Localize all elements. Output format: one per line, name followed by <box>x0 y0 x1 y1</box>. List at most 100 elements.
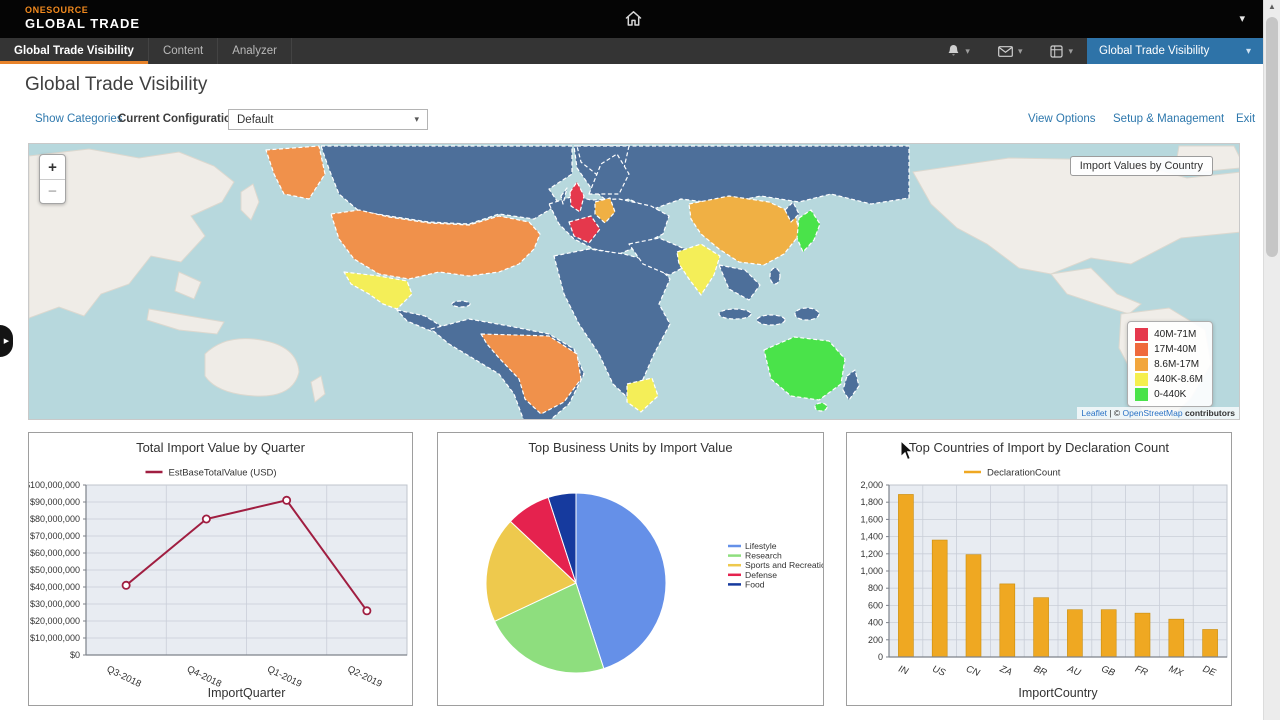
bar-chart-panel: Top Countries of Import by Declaration C… <box>846 432 1232 706</box>
envelope-icon <box>998 46 1013 57</box>
bar <box>1000 584 1015 657</box>
page-scrollbar[interactable]: ▲ <box>1263 0 1280 720</box>
svg-text:$30,000,000: $30,000,000 <box>30 599 80 609</box>
bar <box>966 555 981 657</box>
chart-legend: DeclarationCount <box>964 468 1061 479</box>
country-philippines[interactable] <box>770 268 780 284</box>
legend-swatch <box>1135 343 1148 356</box>
indonesia-east[interactable] <box>757 315 785 325</box>
pie-slices <box>486 493 666 673</box>
map-overlay-title: Import Values by Country <box>1070 156 1213 176</box>
legend-row: 17M-40M <box>1135 343 1203 356</box>
map-legend: 40M-71M 17M-40M 8.6M-17M 440K-8.6M 0-440… <box>1127 321 1213 407</box>
tab-analyzer[interactable]: Analyzer <box>218 38 292 64</box>
new-guinea[interactable] <box>795 308 819 320</box>
tab-label: Content <box>163 45 203 57</box>
x-tick-label: BR <box>1032 664 1048 679</box>
svg-text:1,400: 1,400 <box>860 532 883 542</box>
zoom-out-button[interactable]: − <box>40 179 65 203</box>
brand-global-trade: GLOBAL TRADE <box>25 16 140 31</box>
svg-text:Food: Food <box>745 579 765 589</box>
x-tick-label: CN <box>964 664 981 679</box>
svg-text:EstBaseTotalValue (USD): EstBaseTotalValue (USD) <box>169 468 277 479</box>
legend-swatch <box>1135 373 1148 386</box>
tab-global-trade-visibility[interactable]: Global Trade Visibility <box>0 38 149 64</box>
notifications-dropdown[interactable]: ▾ <box>933 44 984 58</box>
configuration-select[interactable]: Default ▾ <box>228 109 428 130</box>
app-window: ONESOURCE GLOBAL TRADE ▾ Global Trade Vi… <box>0 0 1263 720</box>
svg-text:2,000: 2,000 <box>860 480 883 490</box>
x-tick-label: US <box>931 664 948 679</box>
bar <box>1101 610 1116 657</box>
world-map[interactable]: + − Import Values by Country 40M-71M 17M… <box>28 143 1240 420</box>
svg-text:1,200: 1,200 <box>860 549 883 559</box>
leaflet-link[interactable]: Leaflet <box>1081 408 1107 418</box>
nav-right-group: ▾ ▾ ▾ Global Trade Visibility ▾ <box>933 38 1263 64</box>
line-chart: Total Import Value by Quarter EstBaseTot… <box>29 433 412 705</box>
chevron-right-icon: ▶ <box>4 337 9 345</box>
svg-text:$40,000,000: $40,000,000 <box>30 582 80 592</box>
svg-text:Research: Research <box>745 551 782 561</box>
svg-text:Lifestyle: Lifestyle <box>745 541 777 551</box>
chart-legend: EstBaseTotalValue (USD) <box>146 468 277 479</box>
view-options-link[interactable]: View Options <box>1028 113 1096 125</box>
caret-down-icon: ▾ <box>1018 46 1023 57</box>
data-point <box>203 515 210 522</box>
svg-text:200: 200 <box>868 635 883 645</box>
svg-text:1,800: 1,800 <box>860 497 883 507</box>
x-axis-title: ImportCountry <box>1018 686 1098 700</box>
legend-row: 8.6M-17M <box>1135 358 1203 371</box>
svg-text:DeclarationCount: DeclarationCount <box>987 468 1061 479</box>
openstreetmap-link[interactable]: OpenStreetMap <box>1123 408 1183 418</box>
svg-text:1,000: 1,000 <box>860 566 883 576</box>
svg-text:$70,000,000: $70,000,000 <box>30 531 80 541</box>
zoom-in-button[interactable]: + <box>40 155 65 179</box>
scroll-up-arrow-icon[interactable]: ▲ <box>1264 2 1280 11</box>
caribbean[interactable] <box>452 301 470 307</box>
bar <box>1135 613 1150 657</box>
bar <box>1067 610 1082 657</box>
chart-title: Top Countries of Import by Declaration C… <box>909 440 1170 455</box>
app-switcher-label: Global Trade Visibility <box>1099 45 1209 57</box>
x-axis-title: ImportQuarter <box>208 686 286 700</box>
svg-text:$10,000,000: $10,000,000 <box>30 633 80 643</box>
home-icon[interactable] <box>624 9 643 33</box>
svg-text:Sports and Recreation: Sports and Recreation <box>745 560 823 570</box>
nav-bar: Global Trade Visibility Content Analyzer… <box>0 38 1263 64</box>
legend-range: 0-440K <box>1154 389 1186 400</box>
apps-dropdown[interactable]: ▾ <box>1036 45 1087 58</box>
svg-text:$90,000,000: $90,000,000 <box>30 497 80 507</box>
account-menu-caret-icon[interactable]: ▾ <box>1239 12 1245 25</box>
pie-chart-panel: Top Business Units by Import ValueLifest… <box>437 432 824 706</box>
legend-swatch <box>1135 388 1148 401</box>
x-tick-label: Q2-2019 <box>346 664 384 690</box>
svg-text:$20,000,000: $20,000,000 <box>30 616 80 626</box>
x-tick-label: AU <box>1065 663 1082 679</box>
copyright-symbol: © <box>1114 408 1120 418</box>
show-categories-link[interactable]: Show Categories <box>35 113 123 125</box>
svg-text:Defense: Defense <box>745 570 777 580</box>
svg-text:$80,000,000: $80,000,000 <box>30 514 80 524</box>
svg-text:1,600: 1,600 <box>860 514 883 524</box>
attribution-separator: | <box>1109 408 1111 418</box>
legend-range: 8.6M-17M <box>1154 359 1199 370</box>
x-tick-label: FR <box>1133 664 1149 679</box>
svg-text:$50,000,000: $50,000,000 <box>30 565 80 575</box>
indonesia-west[interactable] <box>719 309 751 319</box>
messages-dropdown[interactable]: ▾ <box>984 46 1037 57</box>
tasmania[interactable] <box>815 403 827 411</box>
x-tick-label: DE <box>1201 664 1218 679</box>
app-switcher-dropdown[interactable]: Global Trade Visibility ▾ <box>1087 38 1263 64</box>
caret-down-icon: ▾ <box>414 114 419 125</box>
data-point <box>283 497 290 504</box>
svg-text:$60,000,000: $60,000,000 <box>30 548 80 558</box>
scrollbar-thumb[interactable] <box>1266 17 1278 257</box>
controls-row: Show Categories Current Configuration: D… <box>0 108 1263 134</box>
x-tick-label: ZA <box>997 663 1013 678</box>
exit-link[interactable]: Exit <box>1236 113 1255 125</box>
legend-range: 40M-71M <box>1154 329 1196 340</box>
setup-management-link[interactable]: Setup & Management <box>1113 113 1224 125</box>
tab-content[interactable]: Content <box>149 38 218 64</box>
sidebar-flyout-handle[interactable]: ▶ <box>0 325 13 357</box>
caret-down-icon: ▾ <box>965 46 970 57</box>
